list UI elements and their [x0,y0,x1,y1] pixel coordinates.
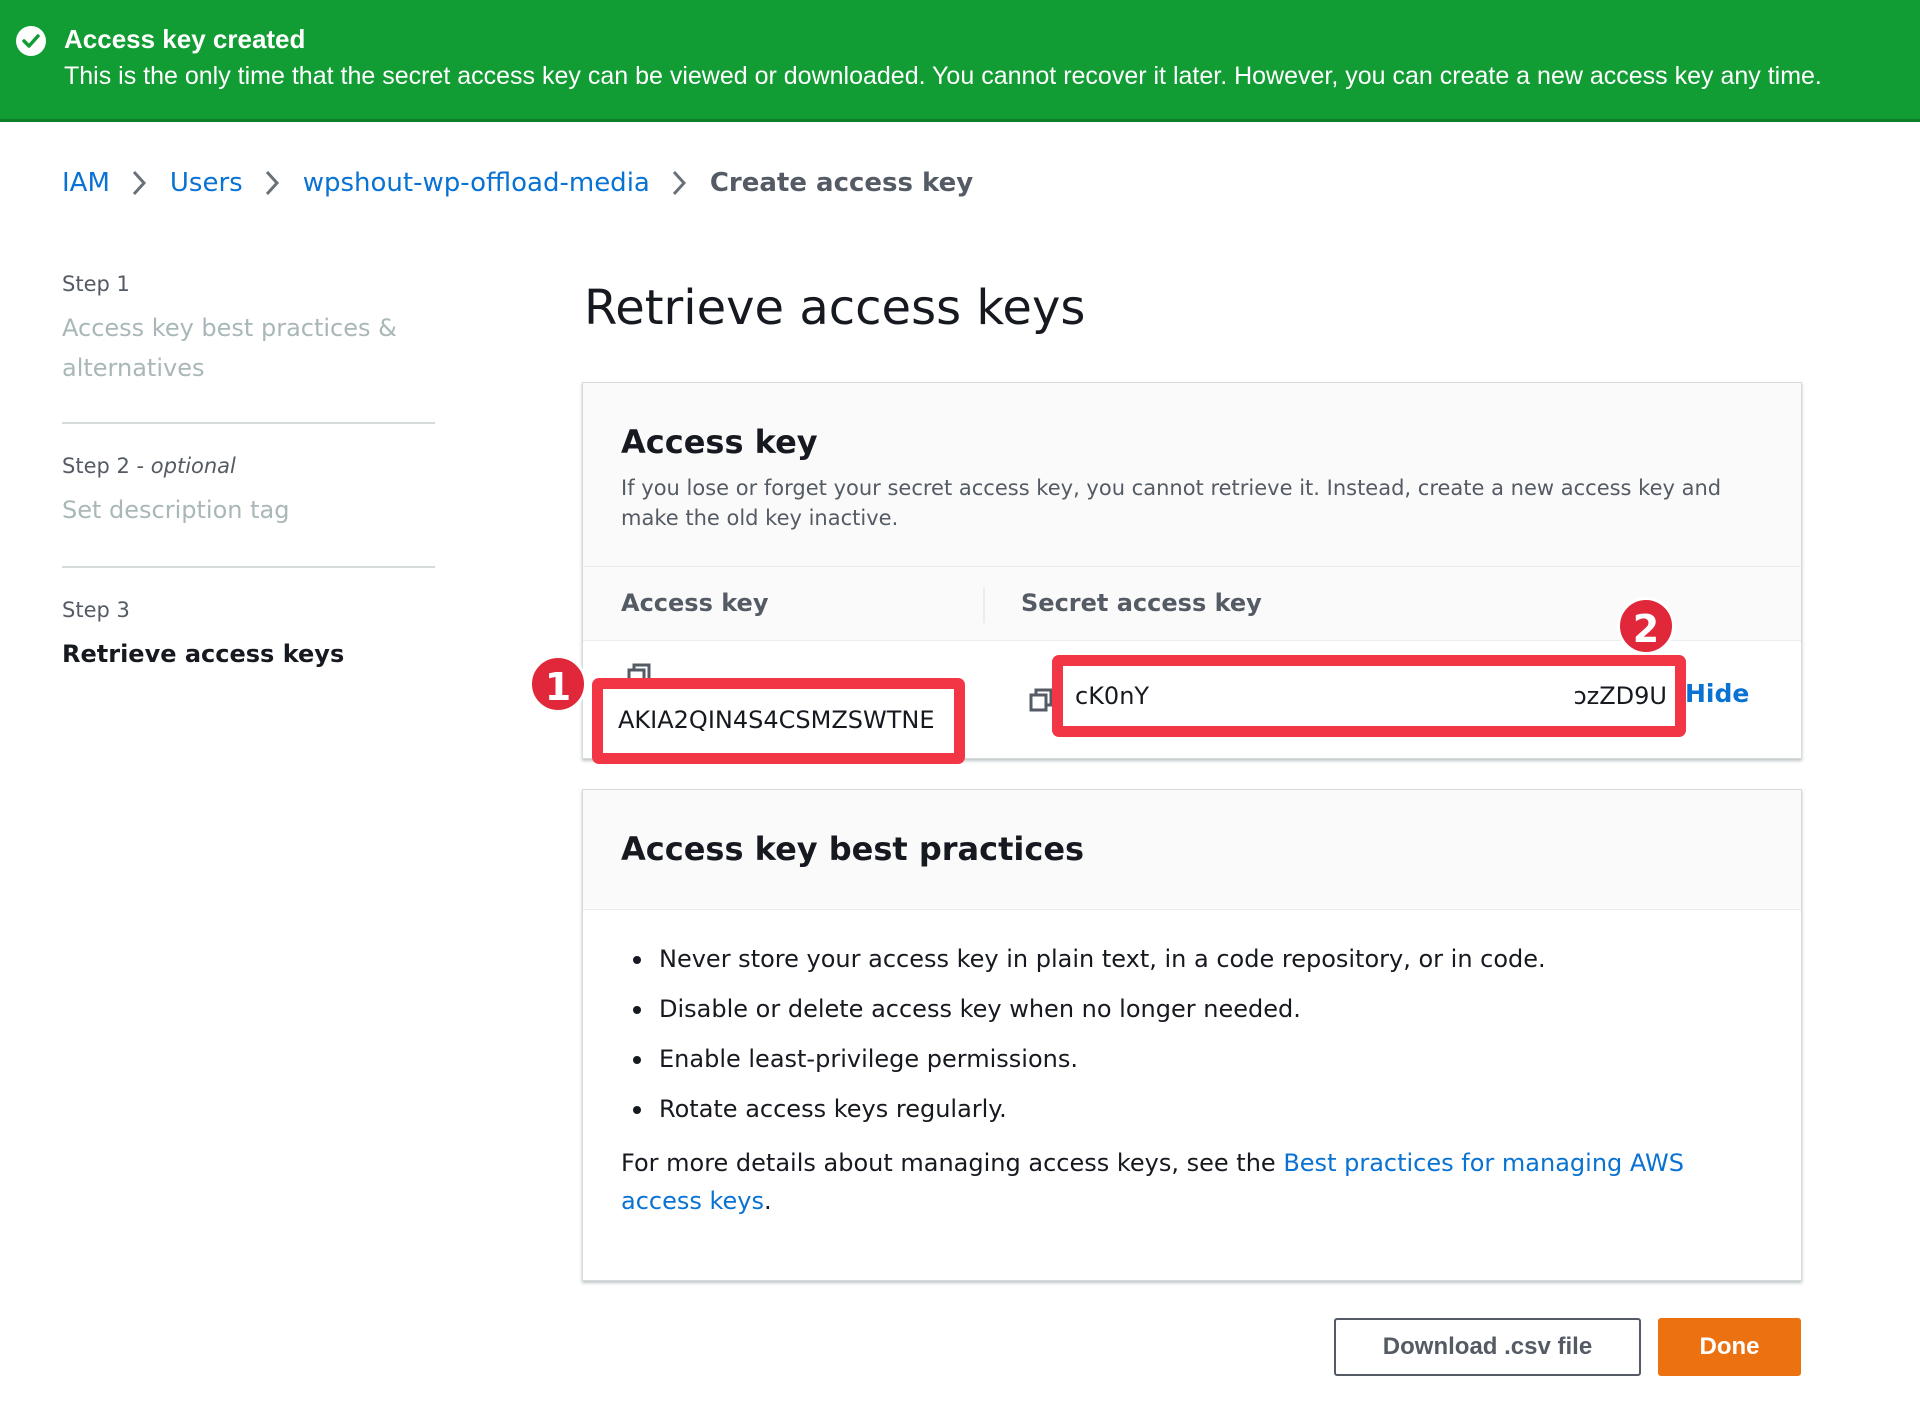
best-practices-panel: Access key best practices Never store yo… [582,789,1802,1281]
access-key-panel: Access key If you lose or forget your se… [529,382,1802,764]
flash-message: This is the only time that the secret ac… [64,62,1822,90]
wizard-step-2: Step 2 - optional Set description tag [62,454,435,568]
step-number: Step 2 - optional [62,454,435,478]
step-number: Step 1 [62,272,130,296]
panel-title: Access key best practices [621,830,1085,868]
list-item: Disable or delete access key when no lon… [621,994,1763,1024]
key-table-row: AKIA2QIN4S4CSMZSWTNE 1 cK0nY ɔzZD9U 2 Hi… [529,597,1801,764]
step-number: Step 3 [62,598,130,622]
column-header-access-key: Access key [621,589,769,617]
wizard-step-3: Step 3 Retrieve access keys [62,598,435,708]
panel-title: Access key [621,423,818,461]
flash-title: Access key created [64,24,306,54]
wizard-step-1: Step 1 Access key best practices & alter… [62,272,435,424]
access-key-value[interactable]: AKIA2QIN4S4CSMZSWTNE [618,706,935,734]
column-header-secret-key: Secret access key [1021,589,1262,617]
list-item: Never store your access key in plain tex… [621,944,1763,974]
optional-label: optional [150,454,236,478]
chevron-right-icon [261,169,285,197]
breadcrumb-iam[interactable]: IAM [62,168,110,198]
annotation-badge-1: 1 [529,655,587,713]
hide-secret-link[interactable]: Hide [1685,679,1749,708]
step-label: Set description tag [62,496,290,524]
annotation-badge-2: 2 [1617,597,1675,655]
step-label: Access key best practices & alternatives [62,314,397,382]
breadcrumb: IAM Users wpshout-wp-offload-media Creat… [62,168,973,198]
breadcrumb-users[interactable]: Users [170,168,243,198]
chevron-right-icon [668,169,692,197]
panel-header: Access key best practices [583,790,1801,910]
check-circle-icon [16,26,46,56]
more-details-text: For more details about managing access k… [621,1144,1731,1220]
more-details-prefix: For more details about managing access k… [621,1149,1284,1177]
access-key-highlight: AKIA2QIN4S4CSMZSWTNE [592,678,965,764]
panel-header: Access key If you lose or forget your se… [583,383,1801,567]
done-button[interactable]: Done [1658,1318,1801,1376]
list-item: Rotate access keys regularly. [621,1094,1763,1124]
step-number-text: Step 2 - [62,454,151,478]
secret-key-value-start[interactable]: cK0nY [1075,682,1149,710]
practices-body: Never store your access key in plain tex… [583,910,1801,1220]
step-label: Retrieve access keys [62,640,345,668]
secret-key-highlight: cK0nY ɔzZD9U [1052,655,1686,737]
chevron-right-icon [128,169,152,197]
page-title: Retrieve access keys [584,280,1086,336]
success-flash-banner: Access key created This is the only time… [0,0,1920,122]
copy-secret-key-icon[interactable] [1029,688,1053,714]
download-csv-button[interactable]: Download .csv file [1334,1318,1641,1376]
secret-key-value-end[interactable]: ɔzZD9U [1573,682,1667,710]
column-divider [983,587,985,623]
more-details-suffix: . [764,1187,772,1215]
list-item: Enable least-privilege permissions. [621,1044,1763,1074]
practices-list: Never store your access key in plain tex… [621,944,1763,1124]
wizard-navigation: Step 1 Access key best practices & alter… [62,272,435,738]
panel-description: If you lose or forget your secret access… [621,476,1722,530]
breadcrumb-user[interactable]: wpshout-wp-offload-media [303,168,650,198]
breadcrumb-current: Create access key [709,168,974,198]
